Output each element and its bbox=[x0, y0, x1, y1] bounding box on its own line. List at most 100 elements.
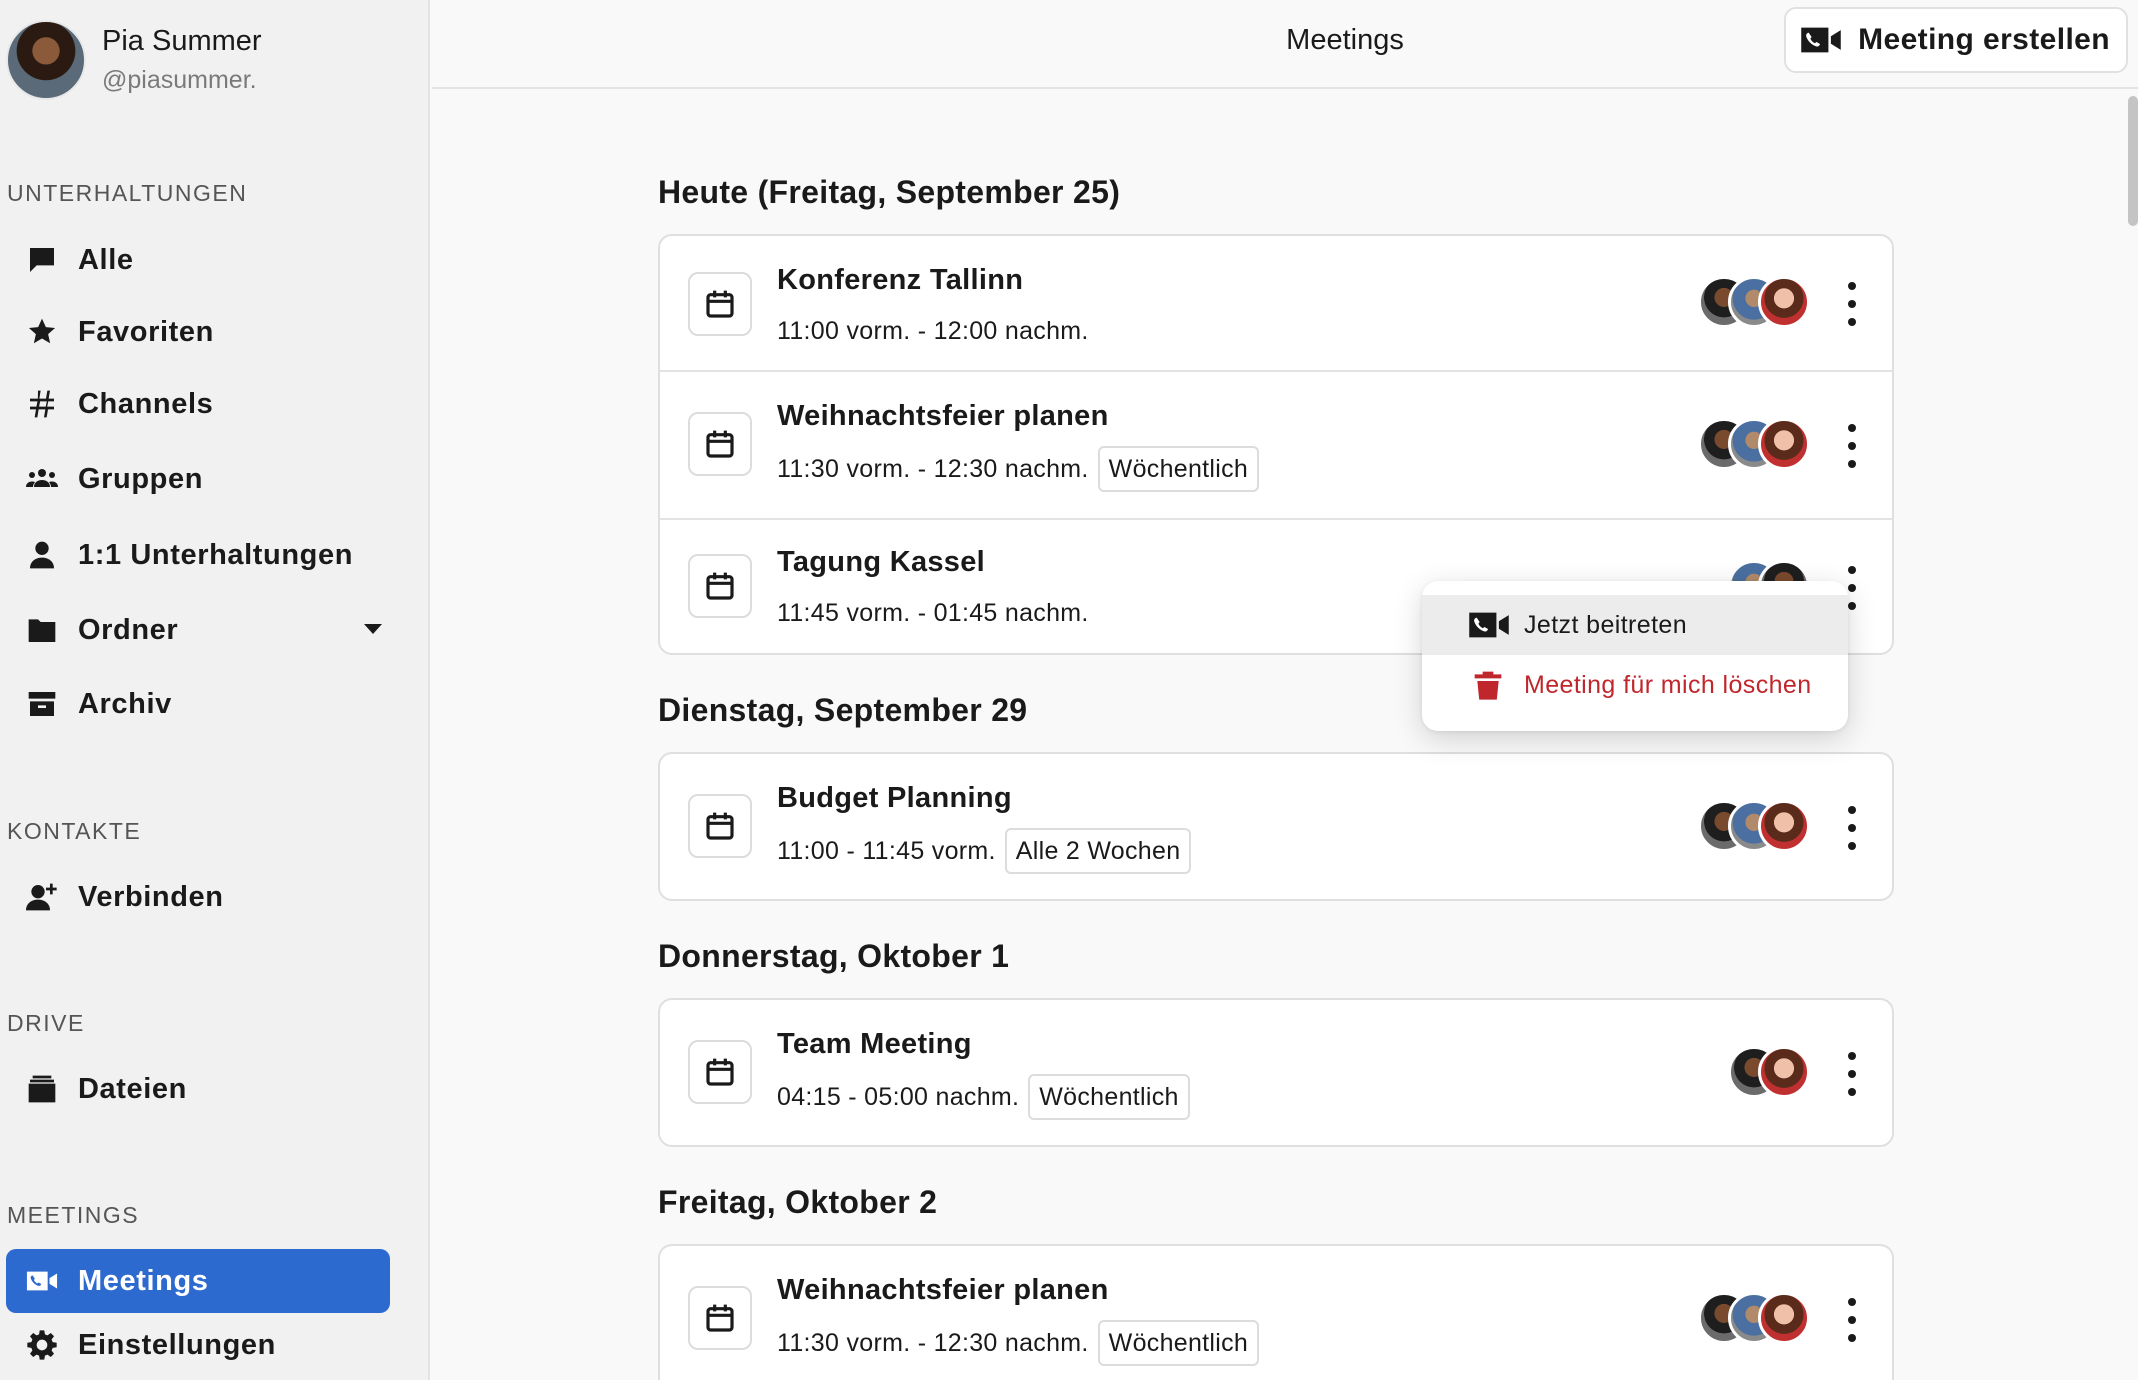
more-options-icon[interactable] bbox=[1842, 1052, 1862, 1096]
avatar bbox=[1758, 276, 1810, 328]
hashtag-icon bbox=[6, 388, 78, 420]
folder-icon bbox=[6, 614, 78, 646]
sidebar-item-settings[interactable]: Einstellungen bbox=[6, 1313, 390, 1377]
join-now-label: Jetzt beitreten bbox=[1524, 610, 1688, 639]
meeting-row[interactable]: Weihnachtsfeier planen 11:30 vorm. - 12:… bbox=[660, 372, 1892, 520]
sidebar-item-label: Dateien bbox=[78, 1072, 187, 1105]
sidebar-item-groups[interactable]: Gruppen bbox=[6, 447, 390, 511]
sidebar-item-files[interactable]: Dateien bbox=[6, 1057, 390, 1121]
meeting-time-line: 11:30 vorm. - 12:30 nachm. Wöchentlich bbox=[777, 446, 1260, 492]
meeting-time: 04:15 - 05:00 nachm. bbox=[777, 1082, 1020, 1111]
sidebar: Pia Summer @piasummer. UNTERHALTUNGEN Al… bbox=[0, 0, 430, 1380]
more-options-icon[interactable] bbox=[1842, 424, 1862, 468]
sidebar-item-label: 1:1 Unterhaltungen bbox=[78, 538, 354, 571]
add-person-icon bbox=[6, 881, 78, 913]
meeting-row[interactable]: Weihnachtsfeier planen 11:30 vorm. - 12:… bbox=[660, 1246, 1892, 1380]
sidebar-item-label: Gruppen bbox=[78, 462, 204, 495]
meeting-time: 11:30 vorm. - 12:30 nachm. bbox=[777, 1328, 1089, 1357]
sidebar-item-folders[interactable]: Ordner bbox=[6, 598, 390, 662]
sidebar-item-channels[interactable]: Channels bbox=[6, 372, 390, 436]
sidebar-item-meetings[interactable]: Meetings bbox=[6, 1249, 390, 1313]
day-card: Team Meeting 04:15 - 05:00 nachm. Wöchen… bbox=[658, 998, 1894, 1147]
participant-avatars[interactable] bbox=[1728, 1046, 1810, 1098]
create-meeting-label: Meeting erstellen bbox=[1858, 23, 2110, 56]
sidebar-item-label: Verbinden bbox=[78, 880, 224, 913]
meeting-row[interactable]: Konferenz Tallinn 11:00 vorm. - 12:00 na… bbox=[660, 236, 1892, 372]
chat-bubble-icon bbox=[6, 244, 78, 276]
sidebar-item-connect[interactable]: Verbinden bbox=[6, 865, 390, 929]
participant-avatars[interactable] bbox=[1698, 418, 1810, 470]
person-icon bbox=[6, 539, 78, 571]
meeting-time-line: 11:30 vorm. - 12:30 nachm. Wöchentlich bbox=[777, 1320, 1260, 1366]
meeting-time-line: 04:15 - 05:00 nachm. Wöchentlich bbox=[777, 1074, 1190, 1120]
file-cabinet-icon bbox=[6, 1073, 78, 1105]
participant-avatars[interactable] bbox=[1698, 1292, 1810, 1344]
day-heading: Heute (Freitag, September 25) bbox=[658, 174, 1121, 210]
day-heading: Dienstag, September 29 bbox=[658, 692, 1028, 728]
delete-meeting-menu-item[interactable]: Meeting für mich löschen bbox=[1422, 655, 1848, 715]
meeting-title: Team Meeting bbox=[777, 1028, 972, 1060]
avatar bbox=[1758, 1046, 1810, 1098]
more-options-icon[interactable] bbox=[1842, 282, 1862, 326]
star-icon bbox=[6, 316, 78, 348]
meeting-time: 11:45 vorm. - 01:45 nachm. bbox=[777, 598, 1089, 627]
meeting-title: Weihnachtsfeier planen bbox=[777, 1274, 1109, 1306]
section-title-contacts: KONTAKTE bbox=[7, 818, 142, 844]
sidebar-item-label: Channels bbox=[78, 387, 214, 420]
video-phone-icon bbox=[6, 1265, 78, 1297]
join-now-menu-item[interactable]: Jetzt beitreten bbox=[1422, 595, 1848, 655]
chevron-down-icon[interactable] bbox=[364, 624, 382, 634]
recurrence-badge: Wöchentlich bbox=[1097, 446, 1260, 492]
day-card: Budget Planning 11:00 - 11:45 vorm. Alle… bbox=[658, 752, 1894, 901]
recurrence-badge: Alle 2 Wochen bbox=[1004, 828, 1192, 874]
video-phone-icon bbox=[1469, 612, 1509, 638]
sidebar-item-label: Alle bbox=[78, 243, 134, 276]
create-meeting-button[interactable]: Meeting erstellen bbox=[1784, 7, 2128, 73]
user-profile[interactable]: Pia Summer @piasummer. bbox=[6, 19, 262, 101]
meeting-title: Tagung Kassel bbox=[777, 546, 986, 578]
calendar-icon bbox=[688, 794, 752, 858]
more-options-icon[interactable] bbox=[1842, 806, 1862, 850]
meeting-context-menu: Jetzt beitreten Meeting für mich löschen bbox=[1422, 581, 1848, 731]
user-avatar[interactable] bbox=[6, 20, 86, 100]
calendar-icon bbox=[688, 272, 752, 336]
meeting-row[interactable]: Team Meeting 04:15 - 05:00 nachm. Wöchen… bbox=[660, 1000, 1892, 1145]
user-name: Pia Summer bbox=[102, 25, 262, 57]
meeting-time-line: 11:45 vorm. - 01:45 nachm. bbox=[777, 590, 1089, 636]
gear-icon bbox=[6, 1329, 78, 1361]
meeting-title: Budget Planning bbox=[777, 782, 1012, 814]
sidebar-item-label: Favoriten bbox=[78, 315, 214, 348]
delete-meeting-label: Meeting für mich löschen bbox=[1524, 670, 1812, 699]
meetings-list: Heute (Freitag, September 25) Konferenz … bbox=[432, 89, 2138, 1380]
calendar-icon bbox=[688, 554, 752, 618]
sidebar-item-label: Archiv bbox=[78, 687, 172, 720]
calendar-icon bbox=[688, 1286, 752, 1350]
scrollbar-thumb[interactable] bbox=[2128, 96, 2138, 226]
meeting-title: Weihnachtsfeier planen bbox=[777, 400, 1109, 432]
sidebar-item-direct[interactable]: 1:1 Unterhaltungen bbox=[6, 523, 390, 587]
participant-avatars[interactable] bbox=[1698, 800, 1810, 852]
sidebar-item-archive[interactable]: Archiv bbox=[6, 672, 390, 736]
sidebar-item-all[interactable]: Alle bbox=[6, 228, 390, 292]
sidebar-item-label: Einstellungen bbox=[78, 1328, 276, 1361]
sidebar-item-favorites[interactable]: Favoriten bbox=[6, 300, 390, 364]
meeting-time-line: 11:00 vorm. - 12:00 nachm. bbox=[777, 308, 1089, 354]
more-options-icon[interactable] bbox=[1842, 1298, 1862, 1342]
video-phone-icon bbox=[1801, 27, 1841, 53]
page-header: Meetings Meeting erstellen bbox=[432, 0, 2138, 89]
sidebar-item-label: Ordner bbox=[78, 613, 179, 646]
meeting-row[interactable]: Budget Planning 11:00 - 11:45 vorm. Alle… bbox=[660, 754, 1892, 899]
section-title-conversations: UNTERHALTUNGEN bbox=[7, 180, 248, 206]
participant-avatars[interactable] bbox=[1698, 276, 1810, 328]
group-icon bbox=[6, 463, 78, 495]
user-handle: @piasummer. bbox=[102, 66, 257, 94]
calendar-icon bbox=[688, 412, 752, 476]
meeting-time: 11:00 - 11:45 vorm. bbox=[777, 836, 996, 865]
recurrence-badge: Wöchentlich bbox=[1097, 1320, 1260, 1366]
archive-box-icon bbox=[6, 688, 78, 720]
meeting-time-line: 11:00 - 11:45 vorm. Alle 2 Wochen bbox=[777, 828, 1192, 874]
meeting-time: 11:00 vorm. - 12:00 nachm. bbox=[777, 316, 1089, 345]
calendar-icon bbox=[688, 1040, 752, 1104]
avatar bbox=[1758, 418, 1810, 470]
recurrence-badge: Wöchentlich bbox=[1028, 1074, 1190, 1120]
